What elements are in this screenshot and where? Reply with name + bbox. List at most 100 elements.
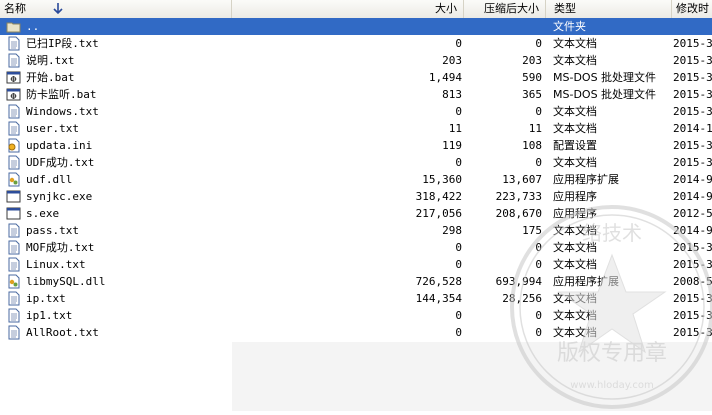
file-name-cell: 开始.bat [4,69,230,86]
file-modified: 2014-9- [673,173,712,186]
file-type: 应用程序扩展 [553,275,619,288]
batch-file-icon [6,87,21,102]
file-type: 文本文档 [553,54,597,67]
text-file-icon [6,36,21,51]
file-row[interactable]: pass.txt 298 175 文本文档 2014-9- [0,222,712,239]
file-name: ip.txt [26,292,66,305]
file-name-cell: pass.txt [4,222,230,239]
file-modified: 2015-3- [673,37,712,50]
file-compressed-size [464,18,542,35]
file-name-cell: Windows.txt [4,103,230,120]
empty-list-area [232,342,712,411]
file-type: MS-DOS 批处理文件 [553,88,657,101]
file-size: 298 [442,224,462,237]
file-type: 应用程序 [553,207,597,220]
file-modified: 2015-3- [673,88,712,101]
file-name: updata.ini [26,139,93,152]
file-compressed-size: 0 [535,37,542,50]
file-row[interactable]: ip1.txt 0 0 文本文档 2015-3- [0,307,712,324]
file-name-cell: updata.ini [4,137,230,154]
file-name: Linux.txt [26,258,86,271]
file-name-cell: user.txt [4,120,230,137]
file-type: 配置设置 [553,139,597,152]
file-modified: 2015-3- [673,156,712,169]
file-size: 15,360 [422,173,462,186]
file-name: UDF成功.txt [26,156,95,169]
file-row[interactable]: updata.ini 119 108 配置设置 2015-3- [0,137,712,154]
file-row[interactable]: user.txt 11 11 文本文档 2014-10 [0,120,712,137]
column-header-compressed-label: 压缩后大小 [484,2,539,15]
file-size: 0 [455,37,462,50]
file-compressed-size: 108 [522,139,542,152]
file-modified: 2014-9- [673,190,712,203]
file-name-cell: ip.txt [4,290,230,307]
file-row[interactable]: Linux.txt 0 0 文本文档 2015-3- [0,256,712,273]
file-name: user.txt [26,122,79,135]
file-name-cell: .. [4,18,230,35]
dll-file-icon [6,274,21,289]
column-header-name[interactable]: 名称 [0,0,232,18]
file-size: 119 [442,139,462,152]
text-file-icon [6,325,21,340]
file-size: 726,528 [415,275,462,288]
file-row[interactable]: synjkc.exe 318,422 223,733 应用程序 2014-9- [0,188,712,205]
file-row[interactable]: Windows.txt 0 0 文本文档 2015-3- [0,103,712,120]
file-type: 文本文档 [553,156,597,169]
file-modified: 2015-3- [673,71,712,84]
column-header-size[interactable]: 大小 [232,0,464,18]
column-header-name-label: 名称 [4,2,26,15]
file-row[interactable]: 防卡监听.bat 813 365 MS-DOS 批处理文件 2015-3- [0,86,712,103]
folder-icon [6,19,21,34]
text-file-icon [6,155,21,170]
file-row[interactable]: 开始.bat 1,494 590 MS-DOS 批处理文件 2015-3- [0,69,712,86]
file-name: AllRoot.txt [26,326,99,339]
file-type: 文件夹 [553,20,586,33]
file-compressed-size: 693,994 [495,275,542,288]
file-name-cell: synjkc.exe [4,188,230,205]
parent-folder-row[interactable]: .. 文件夹 [0,18,712,35]
file-type: 文本文档 [553,122,597,135]
file-name: s.exe [26,207,60,220]
file-name-cell: MOF成功.txt [4,239,230,256]
text-file-icon [6,121,21,136]
file-name: libmySQL.dll [26,275,106,288]
sort-descending-icon [53,3,63,15]
column-header-size-label: 大小 [435,2,457,15]
file-type: 文本文档 [553,224,597,237]
file-name-cell: 已扫IP段.txt [4,35,230,52]
file-row[interactable]: libmySQL.dll 726,528 693,994 应用程序扩展 2008-5- [0,273,712,290]
file-row[interactable]: 已扫IP段.txt 0 0 文本文档 2015-3- [0,35,712,52]
file-row[interactable]: UDF成功.txt 0 0 文本文档 2015-3- [0,154,712,171]
file-compressed-size: 11 [528,122,542,135]
file-compressed-size: 175 [522,224,542,237]
file-name: synjkc.exe [26,190,93,203]
file-compressed-size: 28,256 [502,292,542,305]
file-compressed-size: 365 [522,88,542,101]
file-row[interactable]: 说明.txt 203 203 文本文档 2015-3- [0,52,712,69]
text-file-icon [6,104,21,119]
file-modified: 2015-3- [673,292,712,305]
file-size: 0 [455,258,462,271]
column-header-type[interactable]: 类型 [546,0,672,18]
file-size [232,18,462,35]
file-row[interactable]: ip.txt 144,354 28,256 文本文档 2015-3- [0,290,712,307]
file-row[interactable]: MOF成功.txt 0 0 文本文档 2015-3- [0,239,712,256]
text-file-icon [6,291,21,306]
file-name-cell: Linux.txt [4,256,230,273]
file-row[interactable]: AllRoot.txt 0 0 文本文档 2015-3- [0,324,712,341]
file-compressed-size: 208,670 [495,207,542,220]
column-header-modified[interactable]: 修改时 [672,0,712,18]
file-name: Windows.txt [26,105,99,118]
file-size: 144,354 [415,292,462,305]
file-row[interactable]: udf.dll 15,360 13,607 应用程序扩展 2014-9- [0,171,712,188]
column-header-compressed[interactable]: 压缩后大小 [464,0,546,18]
file-name-cell: 防卡监听.bat [4,86,230,103]
file-type: 文本文档 [553,241,597,254]
file-name: 已扫IP段.txt [26,37,99,50]
file-modified: 2012-5- [673,207,712,220]
file-modified: 2014-9- [673,224,712,237]
file-compressed-size: 0 [535,309,542,322]
file-modified: 2015-3- [673,326,712,339]
file-row[interactable]: s.exe 217,056 208,670 应用程序 2012-5- [0,205,712,222]
dll-file-icon [6,172,21,187]
